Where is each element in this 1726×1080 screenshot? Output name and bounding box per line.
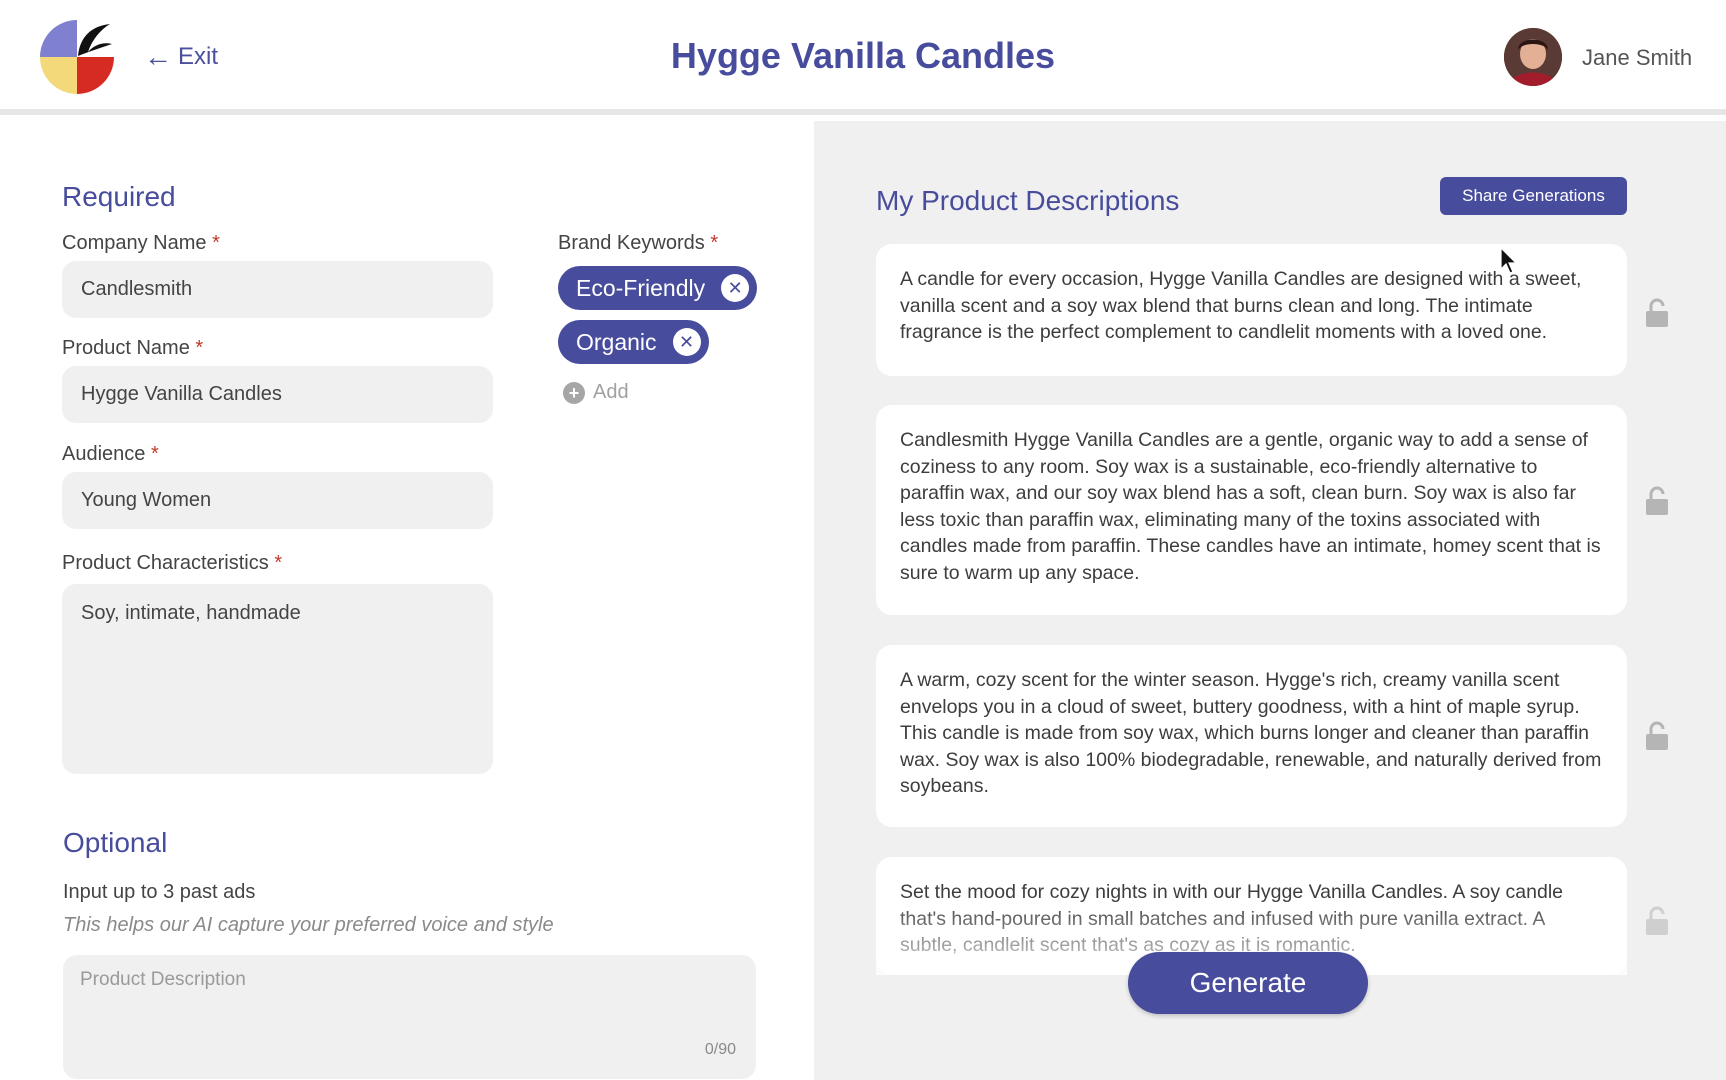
page-title: Hygge Vanilla Candles	[670, 35, 1056, 76]
keyword-chip-organic: Organic ✕	[558, 320, 709, 364]
product-characteristics-label: Product Characteristics *	[62, 552, 282, 575]
required-marker: *	[212, 232, 220, 254]
audience-label: Audience *	[62, 443, 159, 466]
audience-label-text: Audience	[62, 443, 146, 465]
brand-keywords-label-text: Brand Keywords	[558, 232, 705, 254]
share-generations-button[interactable]: Share Generations	[1440, 177, 1627, 215]
mouse-cursor-icon	[1500, 247, 1518, 274]
product-name-input[interactable]: Hygge Vanilla Candles	[62, 366, 493, 423]
required-marker: *	[710, 232, 719, 254]
add-keyword-label: Add	[593, 381, 629, 403]
product-name-label-text: Product Name	[62, 337, 190, 359]
descriptions-title: My Product Descriptions	[876, 185, 1180, 216]
close-icon[interactable]: ✕	[721, 274, 750, 302]
past-ad-description-input[interactable]: Product Description 0/90	[63, 955, 756, 1079]
close-icon[interactable]: ✕	[672, 328, 701, 356]
unlock-icon[interactable]	[1645, 906, 1669, 936]
company-name-label-text: Company Name	[62, 232, 207, 254]
unlock-icon[interactable]	[1645, 298, 1669, 328]
app-header: ← Exit Hygge Vanilla Candles Jane Smith	[0, 0, 1726, 115]
add-keyword-button[interactable]: + Add	[563, 381, 629, 404]
optional-subtitle: Input up to 3 past ads	[63, 881, 256, 903]
character-count: 0/90	[704, 1041, 736, 1058]
brand-keywords-label: Brand Keywords *	[558, 232, 718, 255]
generate-button[interactable]: Generate	[1128, 952, 1368, 1014]
avatar[interactable]	[1504, 28, 1562, 86]
user-name: Jane Smith	[1582, 45, 1693, 70]
chip-label: Eco-Friendly	[576, 274, 706, 301]
keyword-chip-eco-friendly: Eco-Friendly ✕	[558, 266, 758, 310]
required-section-title: Required	[62, 181, 176, 212]
company-name-input[interactable]: Candlesmith	[62, 261, 493, 318]
audience-input[interactable]: Young Women	[62, 472, 493, 529]
unlock-icon[interactable]	[1645, 721, 1669, 751]
required-marker: *	[150, 443, 159, 465]
description-card[interactable]: Candlesmith Hygge Vanilla Candles are a …	[876, 405, 1627, 615]
optional-hint: This helps our AI capture your preferred…	[63, 914, 554, 936]
company-name-label: Company Name *	[62, 232, 220, 255]
required-marker: *	[195, 337, 204, 359]
description-placeholder: Product Description	[80, 969, 246, 990]
description-card[interactable]: A warm, cozy scent for the winter season…	[876, 645, 1627, 827]
product-characteristics-input[interactable]: Soy, intimate, handmade	[62, 584, 493, 774]
unlock-icon[interactable]	[1645, 486, 1669, 516]
required-marker: *	[274, 552, 283, 574]
product-characteristics-label-text: Product Characteristics	[62, 552, 269, 574]
optional-section-title: Optional	[63, 827, 168, 858]
chip-label: Organic	[576, 328, 657, 355]
product-name-label: Product Name *	[62, 337, 203, 360]
plus-icon: +	[563, 381, 585, 404]
